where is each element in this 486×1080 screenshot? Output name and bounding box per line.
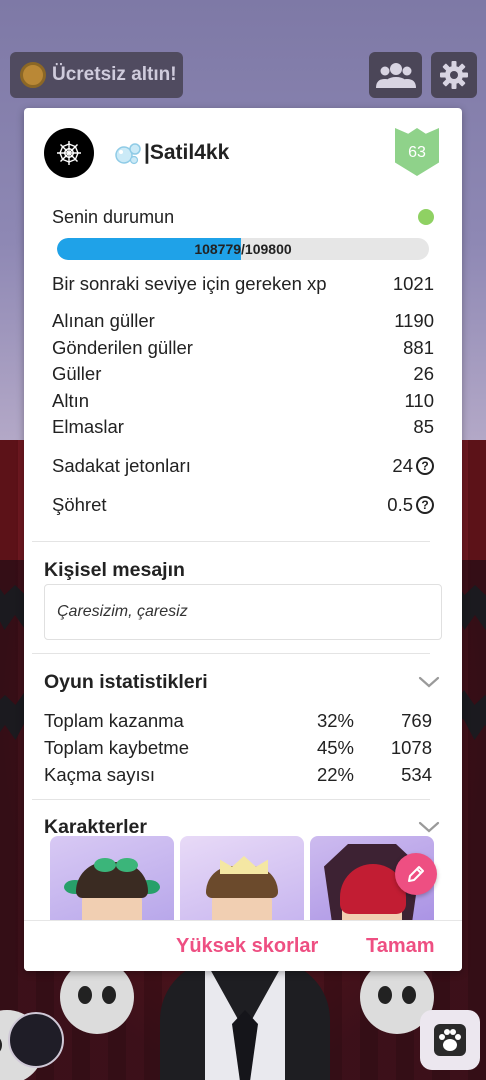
game-stat-label: Toplam kazanma [44, 710, 184, 731]
game-stat-row-escapes: Kaçma sayısı 22% 534 [44, 764, 434, 788]
username: |Satil4kk [144, 141, 230, 164]
personal-message-title: Kişisel mesajın [44, 559, 185, 581]
free-gold-label: Ücretsiz altın! [52, 64, 177, 85]
profile-dialog: |Satil4kk 63 Senin durumun 108779/109800… [24, 108, 462, 971]
cat-skull-decoration [60, 960, 134, 1034]
pencil-icon [408, 866, 424, 882]
game-stat-count: 534 [401, 764, 432, 785]
stat-value: 26 [413, 363, 434, 384]
edit-characters-button[interactable] [395, 853, 437, 895]
coin-icon [20, 62, 46, 88]
game-stat-count: 769 [401, 710, 432, 731]
profile-header: |Satil4kk [44, 128, 444, 178]
stat-value-group: 24 ? [392, 455, 434, 477]
stat-label: Gönderilen güller [52, 337, 193, 358]
stat-row-roses: Güller 26 [52, 363, 434, 385]
online-status-indicator [418, 209, 434, 225]
leaf-decoration [116, 858, 138, 872]
character-cards [50, 836, 440, 920]
stat-label: Alınan güller [52, 310, 155, 331]
chevron-down-icon[interactable] [418, 671, 440, 693]
stat-label: Sadakat jetonları [52, 455, 191, 476]
paw-button[interactable] [420, 1010, 480, 1070]
stat-row-gold: Altın 110 [52, 390, 434, 412]
stat-row-fame: Şöhret 0.5 ? [52, 494, 434, 516]
game-stat-row-losses: Toplam kaybetme 45% 1078 [44, 737, 434, 761]
help-icon[interactable]: ? [416, 457, 434, 475]
profile-scroll-area[interactable]: |Satil4kk 63 Senin durumun 108779/109800… [24, 108, 462, 920]
leaf-decoration [94, 858, 116, 872]
high-scores-button[interactable]: Yüksek skorlar [176, 935, 318, 958]
stat-value: 85 [413, 416, 434, 437]
game-stat-label: Toplam kaybetme [44, 737, 189, 758]
divider [32, 653, 430, 654]
stat-row-diamonds: Elmaslar 85 [52, 416, 434, 438]
game-stat-percent: 45% [316, 737, 354, 758]
status-row: Senin durumun [52, 205, 434, 229]
game-stat-label: Kaçma sayısı [44, 764, 156, 785]
stat-value-group: 0.5 ? [387, 494, 434, 516]
stat-value: 0.5 [387, 494, 413, 515]
moon-button[interactable] [8, 1012, 64, 1068]
divider [32, 799, 430, 800]
chevron-down-icon[interactable] [418, 816, 440, 838]
bubbles-icon [114, 140, 142, 166]
status-label: Senin durumun [52, 206, 175, 227]
game-stat-row-wins: Toplam kazanma 32% 769 [44, 710, 434, 734]
character-card[interactable] [180, 836, 304, 920]
level-number: 63 [408, 144, 426, 161]
stat-value: 110 [404, 390, 435, 411]
dialog-footer: Yüksek skorlar Tamam [24, 920, 462, 971]
divider [32, 541, 430, 542]
stat-row-sent-roses: Gönderilen güller 881 [52, 337, 434, 359]
game-stat-percent: 22% [316, 764, 354, 785]
character-crown [220, 856, 268, 874]
stat-row-received-roses: Alınan güller 1190 [52, 310, 434, 332]
game-stats-title: Oyun istatistikleri [44, 671, 208, 693]
stat-row-loyalty-tokens: Sadakat jetonları 24 ? [52, 455, 434, 477]
xp-progress-text: 108779/109800 [194, 241, 292, 257]
gear-icon [440, 61, 468, 89]
ok-button[interactable]: Tamam [366, 935, 435, 958]
settings-button[interactable] [431, 52, 477, 98]
game-stat-count: 1078 [390, 737, 432, 758]
character-card[interactable] [50, 836, 174, 920]
friends-button[interactable] [369, 52, 422, 98]
stat-label: Bir sonraki seviye için gereken xp [52, 273, 327, 294]
stat-value: 1190 [394, 310, 434, 331]
stat-value: 881 [403, 337, 434, 358]
stat-row-next-level-xp: Bir sonraki seviye için gereken xp 1021 [52, 273, 434, 295]
stat-label: Şöhret [52, 494, 107, 515]
paw-icon [434, 1024, 466, 1056]
free-gold-button[interactable]: Ücretsiz altın! [10, 52, 183, 98]
help-icon[interactable]: ? [416, 496, 434, 514]
game-stat-percent: 32% [316, 710, 354, 731]
friends-icon [375, 63, 416, 88]
stat-label: Altın [52, 390, 90, 411]
stat-value: 1021 [392, 273, 434, 294]
spiderweb-icon [57, 141, 81, 165]
xp-progress-bar: 108779/109800 [57, 238, 429, 260]
stat-value: 24 [392, 455, 413, 476]
personal-message-field[interactable]: Çaresizim, çaresiz [44, 584, 442, 640]
avatar[interactable] [44, 128, 94, 178]
stat-label: Güller [52, 363, 102, 384]
stat-label: Elmaslar [52, 416, 124, 437]
